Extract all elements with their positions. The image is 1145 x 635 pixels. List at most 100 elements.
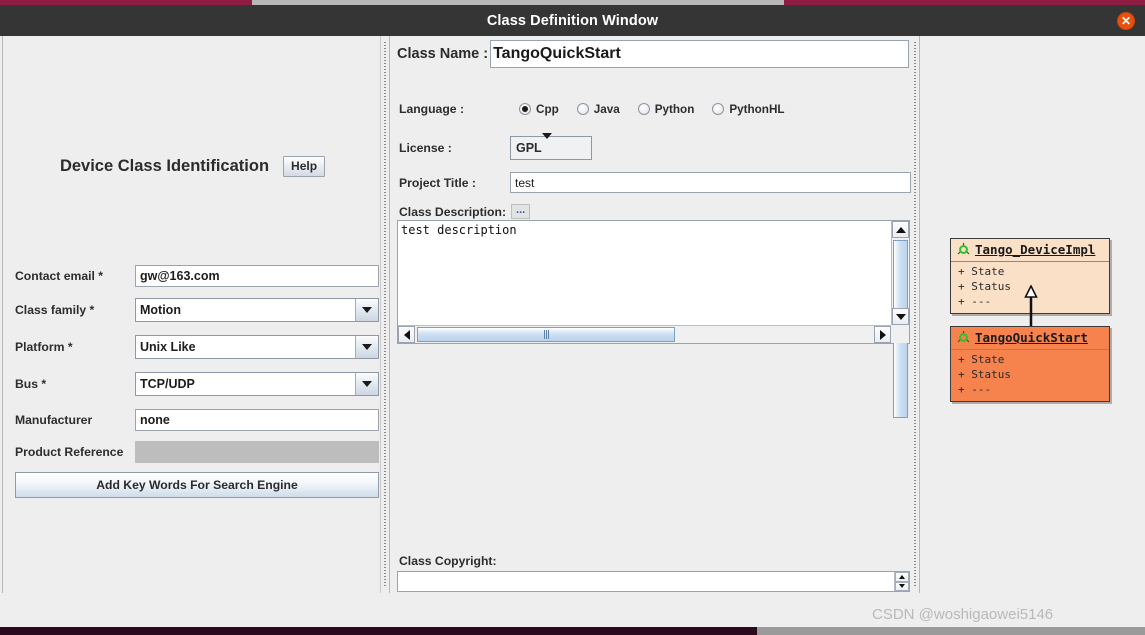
class-icon bbox=[957, 331, 970, 343]
class-description-text: test description bbox=[401, 223, 517, 237]
scroll-left-icon[interactable] bbox=[398, 326, 415, 343]
product-reference-row: Product Reference bbox=[15, 440, 379, 464]
scroll-up-icon[interactable] bbox=[892, 221, 909, 238]
bus-row: Bus * TCP/UDP bbox=[15, 372, 379, 396]
class-name-input[interactable] bbox=[490, 40, 909, 68]
class-description-label: Class Description: bbox=[399, 204, 507, 219]
license-label: License : bbox=[399, 141, 452, 155]
radio-label-python: Python bbox=[654, 102, 695, 116]
platform-value: Unix Like bbox=[140, 340, 196, 354]
uml-member: + Status bbox=[958, 368, 1011, 381]
bus-dropdown[interactable]: TCP/UDP bbox=[135, 372, 379, 396]
chevron-down-icon[interactable] bbox=[355, 299, 378, 321]
close-icon[interactable]: ✕ bbox=[1117, 11, 1135, 30]
uml-member: + --- bbox=[958, 383, 992, 396]
horizontal-scroll-thumb[interactable] bbox=[417, 327, 675, 342]
divider-grip bbox=[384, 42, 386, 587]
class-copyright-box[interactable] bbox=[397, 571, 910, 592]
radio-icon-python[interactable] bbox=[637, 103, 650, 115]
contact-email-field[interactable] bbox=[135, 265, 379, 287]
uml-child-members: + State + Status + --- bbox=[951, 350, 1109, 401]
copyright-spinner[interactable] bbox=[894, 572, 909, 591]
product-reference-label: Product Reference bbox=[15, 445, 124, 459]
uml-parent-name: Tango_DeviceImpl bbox=[975, 242, 1096, 257]
description-vertical-scrollbar[interactable] bbox=[891, 221, 909, 418]
window-body: Device Class Identification Help Contact… bbox=[0, 36, 1145, 635]
license-dropdown[interactable]: GPL bbox=[510, 133, 592, 160]
platform-dropdown[interactable]: Unix Like bbox=[135, 335, 379, 359]
scroll-down-icon[interactable] bbox=[892, 308, 909, 325]
uml-member: + State bbox=[958, 265, 1005, 278]
project-title-row: Project Title : bbox=[399, 172, 911, 193]
uml-child-name: TangoQuickStart bbox=[975, 330, 1088, 345]
class-description-header: Class Description: ... bbox=[399, 204, 531, 219]
class-family-value: Motion bbox=[140, 303, 181, 317]
chevron-down-icon[interactable] bbox=[355, 373, 378, 395]
uml-member: + State bbox=[958, 353, 1005, 366]
radio-python[interactable]: Python bbox=[637, 102, 695, 116]
spinner-down-icon[interactable] bbox=[895, 581, 909, 591]
class-family-dropdown[interactable]: Motion bbox=[135, 298, 379, 322]
manufacturer-label: Manufacturer bbox=[15, 413, 93, 427]
manufacturer-field[interactable] bbox=[135, 409, 379, 431]
class-description-textarea[interactable]: test description bbox=[398, 221, 891, 325]
radio-icon-cpp[interactable] bbox=[519, 103, 531, 115]
manufacturer-row: Manufacturer bbox=[15, 408, 379, 432]
contact-email-label: Contact email * bbox=[15, 269, 104, 283]
language-label: Language : bbox=[399, 102, 465, 116]
class-definition-window: Class Definition Window ✕ Device Class I… bbox=[0, 0, 1145, 635]
desktop-strip-bottom-left bbox=[0, 627, 757, 635]
class-description-box: test description bbox=[397, 220, 910, 418]
window-title: Class Definition Window bbox=[486, 12, 659, 29]
radio-label-java: Java bbox=[593, 102, 620, 116]
class-definition-panel: Class Name : Language : Cpp Java Python bbox=[389, 36, 911, 593]
spinner-up-icon[interactable] bbox=[895, 572, 909, 582]
radio-label-pythonhl: PythonHL bbox=[729, 102, 785, 116]
uml-child-header: TangoQuickStart bbox=[951, 327, 1109, 349]
contact-email-row: Contact email * bbox=[15, 264, 379, 288]
split-divider-right[interactable] bbox=[911, 36, 919, 593]
scrollbar-corner bbox=[891, 325, 909, 343]
license-value: GPL bbox=[516, 141, 542, 155]
class-description-area: test description bbox=[397, 220, 910, 418]
device-class-identification-panel: Device Class Identification Help Contact… bbox=[2, 36, 381, 593]
inheritance-arrow-icon bbox=[1024, 285, 1038, 327]
add-keywords-button[interactable]: Add Key Words For Search Engine bbox=[15, 472, 379, 498]
license-row: License : GPL bbox=[399, 133, 699, 160]
bus-label: Bus * bbox=[15, 377, 47, 391]
split-divider-left[interactable] bbox=[381, 36, 389, 593]
desktop-strip-bottom-right bbox=[757, 627, 1145, 635]
project-title-input[interactable] bbox=[510, 172, 911, 193]
uml-diagram-panel: Tango_DeviceImpl + State + Status + --- bbox=[919, 36, 1145, 593]
uml-parent-header: Tango_DeviceImpl bbox=[951, 239, 1109, 261]
class-family-row: Class family * Motion bbox=[15, 298, 379, 322]
project-title-label: Project Title : bbox=[399, 175, 476, 190]
radio-pythonhl[interactable]: PythonHL bbox=[712, 102, 785, 116]
description-horizontal-scrollbar[interactable] bbox=[398, 325, 891, 343]
class-name-row: Class Name : bbox=[397, 40, 909, 68]
class-name-label: Class Name : bbox=[397, 46, 489, 62]
divider-grip bbox=[914, 42, 916, 587]
help-button[interactable]: Help bbox=[283, 156, 326, 177]
title-bar: Class Definition Window ✕ bbox=[0, 5, 1145, 36]
radio-icon-java[interactable] bbox=[576, 103, 589, 115]
class-copyright-label: Class Copyright: bbox=[399, 554, 497, 568]
class-icon bbox=[957, 243, 970, 255]
radio-cpp[interactable]: Cpp bbox=[519, 103, 559, 116]
uml-class-child[interactable]: TangoQuickStart + State + Status + --- bbox=[950, 326, 1110, 402]
page-title: Device Class Identification bbox=[59, 157, 270, 175]
radio-label-cpp: Cpp bbox=[536, 102, 559, 116]
description-more-button[interactable]: ... bbox=[511, 204, 531, 219]
platform-label: Platform * bbox=[15, 340, 73, 354]
left-panel-header: Device Class Identification Help bbox=[3, 156, 382, 177]
product-reference-field bbox=[135, 441, 379, 463]
radio-icon-pythonhl[interactable] bbox=[712, 103, 725, 115]
language-row: Language : Cpp Java Python PythonHL bbox=[399, 98, 911, 120]
chevron-down-icon[interactable] bbox=[355, 336, 378, 358]
radio-java[interactable]: Java bbox=[576, 102, 620, 116]
bus-value: TCP/UDP bbox=[140, 377, 195, 391]
class-family-label: Class family * bbox=[15, 303, 95, 317]
chevron-down-icon[interactable] bbox=[541, 133, 552, 157]
scroll-right-icon[interactable] bbox=[874, 326, 891, 343]
platform-row: Platform * Unix Like bbox=[15, 335, 379, 359]
